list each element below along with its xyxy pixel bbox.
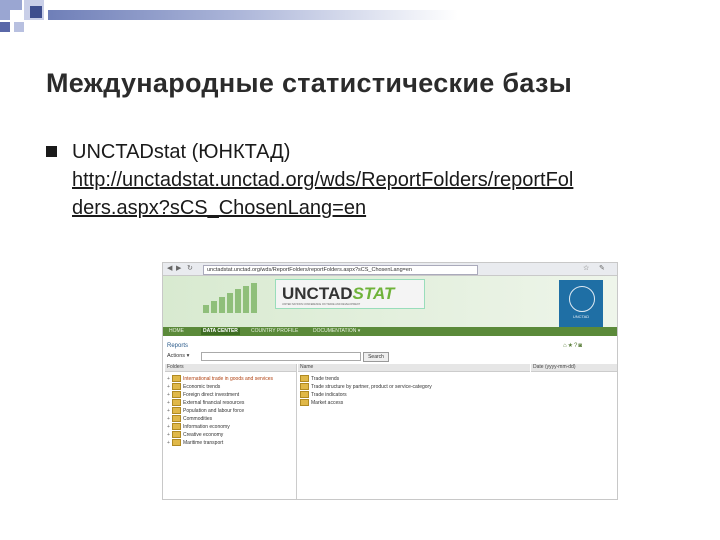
- list-item[interactable]: Trade indicators: [300, 391, 500, 399]
- tree-item[interactable]: + Foreign direct investment: [167, 391, 295, 399]
- tree-item-label: Foreign direct investment: [183, 392, 240, 398]
- decorative-square: [0, 22, 10, 32]
- folder-icon: [172, 415, 181, 423]
- banner-bar: [251, 283, 257, 313]
- logo-subtitle: UNITED NATIONS CONFERENCE ON TRADE AND D…: [282, 303, 361, 306]
- decorative-header: [0, 0, 460, 32]
- pane-divider[interactable]: [296, 364, 297, 499]
- tree-item[interactable]: + Population and labour force: [167, 407, 295, 415]
- folder-tree: + International trade in goods and servic…: [167, 375, 295, 447]
- star-icon: ☆: [583, 265, 590, 272]
- decorative-gradient-bar: [48, 10, 458, 20]
- name-column-header[interactable]: Name: [298, 364, 530, 372]
- bar-graphic: [203, 283, 273, 313]
- banner-bar: [211, 301, 217, 313]
- un-emblem-icon: [569, 286, 595, 312]
- list-item-label: Trade structure by partner, product or s…: [311, 384, 432, 390]
- folder-icon: [172, 399, 181, 407]
- tree-item[interactable]: + Information economy: [167, 423, 295, 431]
- back-icon: ◀: [167, 265, 173, 272]
- folder-icon: [300, 383, 309, 391]
- list-item[interactable]: Trade trends: [300, 375, 500, 383]
- bullet-label: UNCTADstat (ЮНКТАД): [72, 141, 291, 163]
- report-list: Trade trends Trade structure by partner,…: [300, 375, 500, 407]
- folder-icon: [172, 391, 181, 399]
- menu-documentation[interactable]: DOCUMENTATION ▾: [313, 328, 360, 335]
- tree-item[interactable]: + Creative economy: [167, 431, 295, 439]
- browser-toolbar: ◀ ▶ ↻ unctadstat.unctad.org/wds/ReportFo…: [163, 263, 617, 276]
- forward-icon: ▶: [176, 265, 182, 272]
- emblem-label: UNCTAD: [572, 314, 590, 319]
- date-column-header[interactable]: Date (yyyy-mm-dd): [531, 364, 617, 372]
- logo-stat: STAT: [352, 284, 395, 303]
- logo-text: UNCTADSTAT: [282, 284, 394, 304]
- tree-item-label: Population and labour force: [183, 408, 245, 414]
- tree-item-label: Creative economy: [183, 432, 224, 438]
- unctadstat-logo: UNCTADSTAT UNITED NATIONS CONFERENCE ON …: [275, 279, 425, 309]
- link-line-1[interactable]: http://unctadstat.unctad.org/wds/ReportF…: [72, 169, 573, 191]
- toolbar-icons: ⌂★?◙: [563, 342, 583, 349]
- tree-item-label: External financial resources: [183, 400, 245, 406]
- site-menu: HOME DATA CENTER COUNTRY PROFILE DOCUMEN…: [163, 327, 617, 336]
- decorative-square: [14, 22, 24, 32]
- wrench-icon: ✎: [599, 265, 605, 272]
- list-item[interactable]: Market access: [300, 399, 500, 407]
- list-item-label: Market access: [311, 400, 344, 406]
- tree-item[interactable]: + Commodities: [167, 415, 295, 423]
- link-line-2[interactable]: ders.aspx?sCS_ChosenLang=en: [72, 197, 366, 219]
- list-item-label: Trade trends: [311, 376, 340, 382]
- folder-icon: [300, 399, 309, 407]
- unctadstat-link[interactable]: http://unctadstat.unctad.org/wds/ReportF…: [72, 166, 692, 222]
- menu-data-center[interactable]: DATA CENTER: [201, 328, 240, 335]
- banner-bar: [243, 286, 249, 313]
- tree-item[interactable]: + Maritime transport: [167, 439, 295, 447]
- search-input[interactable]: [201, 352, 361, 361]
- banner-bar: [227, 293, 233, 313]
- tree-item[interactable]: + Economic trends: [167, 383, 295, 391]
- slide-title: Международные статистические базы: [46, 68, 573, 98]
- folder-icon: [300, 391, 309, 399]
- rss-icon[interactable]: ◙: [578, 343, 583, 349]
- actions-dropdown[interactable]: Actions ▾: [167, 353, 189, 359]
- tree-item-label: International trade in goods and service…: [183, 376, 274, 382]
- menu-country-profile[interactable]: COUNTRY PROFILE: [251, 328, 298, 335]
- tree-item[interactable]: + External financial resources: [167, 399, 295, 407]
- folder-icon: [172, 407, 181, 415]
- unctadstat-screenshot: ◀ ▶ ↻ unctadstat.unctad.org/wds/ReportFo…: [162, 262, 618, 500]
- bullet-text: UNCTADstat (ЮНКТАД) http://unctadstat.un…: [72, 138, 692, 222]
- tree-item-label: Economic trends: [183, 384, 221, 390]
- list-item[interactable]: Trade structure by partner, product or s…: [300, 383, 500, 391]
- logo-unctad: UNCTAD: [282, 284, 353, 303]
- tree-item-label: Maritime transport: [183, 440, 224, 446]
- folder-icon: [300, 375, 309, 383]
- folder-icon: [172, 439, 181, 447]
- menu-home[interactable]: HOME: [169, 328, 184, 335]
- folder-icon: [172, 431, 181, 439]
- folder-icon: [172, 423, 181, 431]
- tree-item-label: Commodities: [183, 416, 213, 422]
- un-emblem: UNCTAD: [559, 280, 603, 328]
- tree-item-label: Information economy: [183, 424, 230, 430]
- search-button[interactable]: Search: [363, 352, 389, 362]
- decorative-square: [30, 6, 42, 18]
- list-item-label: Trade indicators: [311, 392, 347, 398]
- address-bar: unctadstat.unctad.org/wds/ReportFolders/…: [203, 265, 478, 275]
- folder-icon: [172, 375, 181, 383]
- reload-icon: ↻: [187, 265, 193, 272]
- banner-bar: [219, 297, 225, 313]
- folders-column-header[interactable]: Folders: [165, 364, 296, 372]
- folder-icon: [172, 383, 181, 391]
- banner-bar: [203, 305, 209, 313]
- bullet-marker: [46, 146, 57, 157]
- tree-item[interactable]: + International trade in goods and servic…: [167, 375, 295, 383]
- reports-label: Reports: [167, 343, 189, 349]
- banner-bar: [235, 289, 241, 313]
